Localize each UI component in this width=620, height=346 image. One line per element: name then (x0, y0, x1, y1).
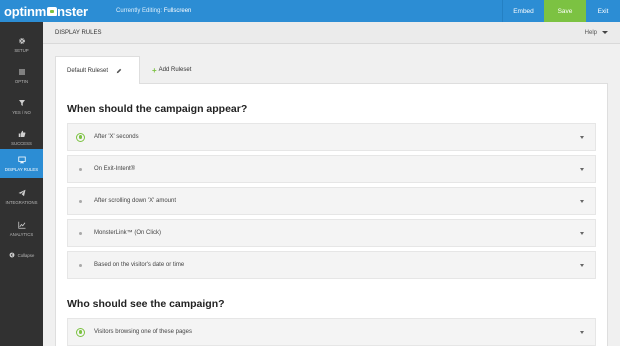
exit-button[interactable]: Exit (586, 0, 620, 22)
section-header: DISPLAY RULES Help (43, 22, 620, 44)
add-ruleset-label: Add Ruleset (158, 67, 192, 73)
rule-monsterlink[interactable]: MonsterLink™ (On Click) (67, 219, 596, 247)
rule-label: After 'X' seconds (94, 134, 139, 140)
chevron-down-icon (580, 264, 584, 267)
help-label: Help (584, 29, 597, 36)
sidebar-item-display-rules[interactable]: DISPLAY RULES (0, 149, 43, 178)
monster-logo-icon (46, 6, 57, 16)
rule-exit-intent[interactable]: On Exit-Intent® (67, 155, 596, 183)
editing-label: Currently Editing: (116, 8, 163, 14)
radio-icon[interactable] (76, 229, 85, 238)
caret-down-icon (602, 31, 608, 34)
rule-date-time[interactable]: Based on the visitor's date or time (67, 251, 596, 279)
section-heading-when: When should the campaign appear? (67, 103, 248, 115)
sidebar-item-label: DISPLAY RULES (4, 166, 39, 172)
save-button[interactable]: Save (544, 0, 586, 22)
sidebar-item-optin[interactable]: OPTIN (0, 61, 43, 91)
filter-icon (18, 100, 25, 106)
paper-plane-icon (18, 189, 25, 197)
rule-visitors-browsing[interactable]: Visitors browsing one of these pages (67, 318, 596, 346)
sidebar-item-label: YES / NO (12, 110, 31, 115)
plus-icon: + (152, 65, 157, 75)
chevron-down-icon (580, 168, 584, 171)
chevron-down-icon (580, 331, 584, 334)
sidebar-item-label: SETUP (14, 48, 29, 53)
optinmonster-logo[interactable]: optinm nster (0, 0, 92, 22)
page-title: DISPLAY RULES (55, 29, 102, 36)
radio-icon[interactable] (76, 197, 85, 206)
rule-after-seconds[interactable]: After 'X' seconds (67, 123, 596, 151)
chevron-down-icon (580, 136, 584, 139)
sidebar-item-label: SUCCESS (11, 141, 32, 146)
collapse-label: Collapse (17, 252, 35, 258)
sidebar-item-label: INTEGRATIONS (5, 200, 38, 205)
help-dropdown[interactable]: Help (585, 30, 608, 36)
tab-label: Default Ruleset (67, 67, 109, 74)
chevron-down-icon (580, 200, 584, 203)
editing-value: Fullscreen (163, 8, 192, 14)
sidebar-item-setup[interactable]: SETUP (0, 30, 43, 60)
radio-icon[interactable] (76, 261, 85, 270)
thumbs-up-icon (18, 130, 25, 137)
gear-icon (18, 38, 25, 44)
embed-button[interactable]: Embed (502, 0, 544, 22)
rule-label: On Exit-Intent® (94, 166, 136, 172)
sidebar-item-integrations[interactable]: INTEGRATIONS (0, 182, 43, 212)
line-chart-icon (17, 221, 25, 229)
top-actions: Embed Save Exit (502, 0, 620, 22)
menu-lines-icon (18, 69, 25, 75)
add-ruleset-button[interactable]: + Add Ruleset (140, 56, 191, 84)
section-heading-who: Who should see the campaign? (67, 298, 225, 310)
sidebar-item-yes-no[interactable]: YES / NO (0, 92, 43, 122)
tab-default-ruleset[interactable]: Default Ruleset (55, 56, 140, 84)
sidebar-item-label: ANALYTICS (9, 232, 34, 237)
rule-label: MonsterLink™ (On Click) (94, 230, 162, 236)
sidebar: SETUP OPTIN YES / NO SUCCESS DISPLAY RUL… (0, 22, 43, 346)
logo-text-right: nster (57, 3, 88, 19)
chevron-down-icon (580, 232, 584, 235)
monitor-icon (17, 156, 26, 163)
currently-editing: Currently Editing: Fullscreen (116, 8, 191, 14)
rule-label: Based on the visitor's date or time (94, 262, 185, 268)
ruleset-tabs: Default Ruleset + Add Ruleset (55, 56, 191, 84)
top-bar: optinm nster Currently Editing: Fullscree… (0, 0, 620, 22)
radio-selected-icon[interactable] (76, 132, 85, 142)
pencil-icon[interactable] (116, 68, 122, 74)
radio-selected-icon[interactable] (76, 327, 85, 337)
sidebar-item-label: OPTIN (14, 79, 29, 84)
rule-label: After scrolling down 'X' amount (94, 198, 176, 204)
sidebar-collapse-button[interactable]: Collapse (0, 240, 43, 270)
rule-scrolling-down[interactable]: After scrolling down 'X' amount (67, 187, 596, 215)
rule-label: Visitors browsing one of these pages (94, 329, 192, 335)
logo-text-left: optinm (4, 3, 47, 19)
collapse-icon (9, 252, 15, 258)
radio-icon[interactable] (76, 165, 85, 174)
